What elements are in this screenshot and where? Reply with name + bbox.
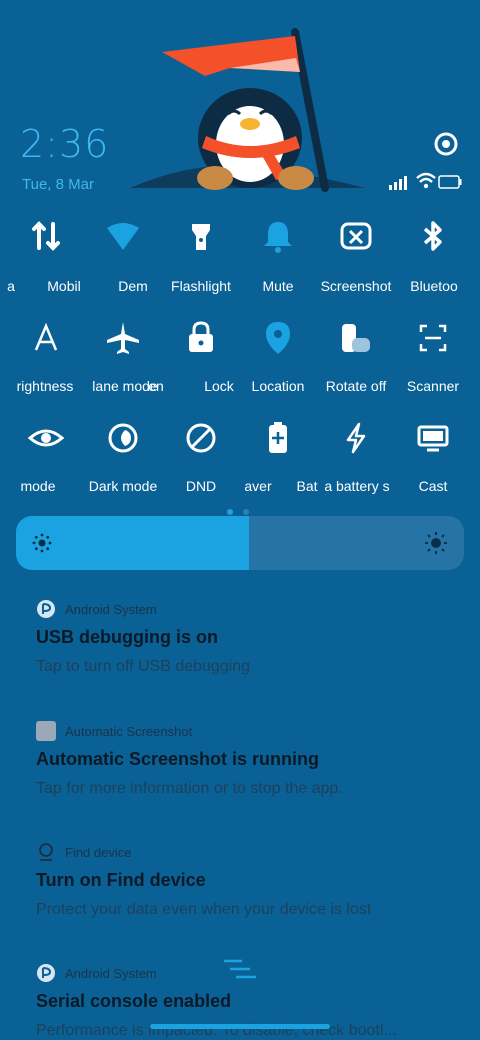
page-dot-active: [227, 509, 233, 515]
tile-dnd-label: DND: [185, 478, 217, 494]
tile-demo-label: Dem: [118, 278, 148, 294]
tile-cast[interactable]: [413, 418, 453, 463]
location-icon: [266, 322, 290, 354]
tile-location[interactable]: [258, 318, 298, 363]
tile-battery-saver[interactable]: [258, 418, 298, 463]
tile-flashlight[interactable]: [181, 216, 221, 261]
notification-title: Turn on Find device: [36, 870, 206, 890]
tile-screenshot-label: Screenshot: [320, 278, 392, 294]
screenshot-app-icon: [36, 721, 56, 741]
notification-auto-screenshot[interactable]: Automatic Screenshot Automatic Screensho…: [36, 720, 466, 798]
tile-mobile-data[interactable]: [26, 216, 66, 261]
tile-lock[interactable]: [181, 318, 221, 363]
settings-gear-icon[interactable]: [430, 128, 462, 160]
notification-app-name: Find device: [65, 844, 132, 860]
demo-icon: [107, 223, 139, 250]
scanner-icon: [419, 324, 447, 352]
bluetooth-icon: [423, 221, 442, 251]
tile-mobile-data-label: Mobil: [47, 278, 81, 294]
android-system-icon: [37, 964, 55, 982]
tile-reading-mode[interactable]: [26, 418, 66, 463]
tile-flashlight-label: Flashlight: [171, 278, 231, 294]
tile-mute[interactable]: [258, 216, 298, 261]
notification-title: USB debugging is on: [36, 627, 218, 647]
penguin-mascot-image: [130, 28, 365, 192]
tile-screenshot[interactable]: [336, 216, 376, 261]
notification-text: Tap for more information or to stop the …: [36, 780, 343, 797]
tile-dark-mode-label: Dark mode: [88, 478, 158, 494]
notification-title: Automatic Screenshot is running: [36, 749, 320, 769]
tile-dark-mode[interactable]: [103, 418, 143, 463]
notification-app-name: Android System: [65, 965, 157, 981]
mobile-data-icon: [32, 221, 60, 251]
android-system-icon: [37, 600, 55, 618]
notification-app-name: Android System: [65, 601, 157, 617]
dnd-icon: [186, 423, 216, 453]
tile-reading-mode-label: mode: [20, 478, 56, 494]
notification-usb-debugging[interactable]: Android System USB debugging is on Tap t…: [36, 598, 466, 676]
tile-bluetooth[interactable]: [413, 216, 453, 261]
tile-bluetooth-label: Bluetoo: [410, 278, 458, 294]
battery-icon: [438, 175, 462, 189]
clock: 2:36: [20, 122, 110, 166]
bolt-icon: [346, 422, 366, 454]
tile-auto-brightness[interactable]: [26, 318, 66, 363]
brightness-slider[interactable]: [16, 516, 464, 570]
notification-text: Tap to turn off USB debugging: [36, 658, 251, 675]
lock-icon: [189, 321, 213, 352]
page-dot: [243, 509, 249, 515]
notification-title: Serial console enabled: [36, 991, 232, 1011]
tile-ultra-battery[interactable]: [336, 418, 376, 463]
rotate-icon: [342, 324, 370, 352]
dark-mode-icon: [108, 423, 138, 453]
tile-demo[interactable]: [103, 216, 143, 261]
cell-signal-icon: [389, 176, 407, 190]
notification-find-device[interactable]: Find device Turn on Find device Protect …: [36, 841, 466, 919]
brightness-high-icon: [425, 532, 447, 554]
auto-brightness-icon: [34, 322, 58, 351]
cast-icon: [417, 425, 449, 452]
tile-rotate-label: Rotate off: [325, 378, 387, 394]
flashlight-icon: [192, 224, 210, 250]
tile-auto-brightness-label: rightness: [16, 378, 74, 394]
tile-airplane-mode[interactable]: [103, 318, 143, 363]
notification-app-name: Automatic Screenshot: [65, 723, 193, 739]
tile-dnd[interactable]: [181, 418, 221, 463]
find-device-icon: [39, 843, 53, 861]
screenshot-icon: [340, 222, 372, 250]
tile-saver-label: aver: [244, 478, 272, 494]
battery-saver-icon: [269, 422, 287, 453]
tile-cast-label: Cast: [418, 478, 448, 494]
tile-mute-label: Mute: [262, 278, 294, 294]
tile-location-label: Location: [251, 378, 305, 394]
manage-notifications-icon[interactable]: [222, 958, 258, 982]
tile-partial-label-2: en: [148, 378, 164, 394]
bell-icon: [264, 222, 292, 253]
tile-scanner[interactable]: [413, 318, 453, 363]
tile-scanner-label: Scanner: [406, 378, 460, 394]
wifi-icon: [416, 172, 436, 189]
airplane-icon: [107, 322, 139, 354]
tile-rotate[interactable]: [336, 318, 376, 363]
tile-ultra-battery-label: a battery s: [324, 478, 390, 494]
gesture-navigation-bar[interactable]: [150, 1024, 330, 1029]
eye-icon: [27, 429, 65, 447]
notification-text: Protect your data even when your device …: [36, 901, 372, 918]
date: Tue, 8 Mar: [22, 176, 94, 193]
brightness-low-icon: [32, 533, 52, 553]
